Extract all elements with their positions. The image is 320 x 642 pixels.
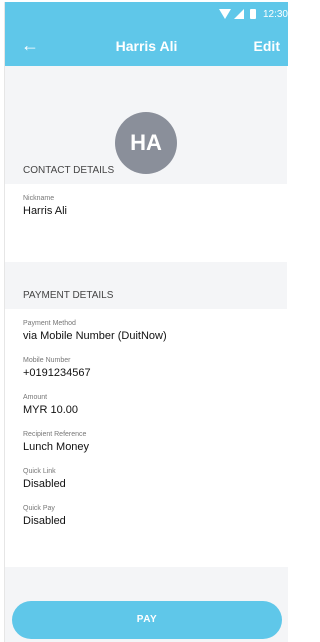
field-recipient-reference: Recipient Reference Lunch Money (23, 430, 89, 454)
field-label: Quick Pay (23, 505, 55, 512)
status-time: 12:30 (262, 8, 288, 20)
field-quick-pay: Quick Pay Disabled (23, 504, 66, 528)
field-label: Amount (23, 394, 48, 401)
field-quick-link: Quick Link Disabled (23, 467, 66, 491)
edit-button[interactable]: Edit (254, 38, 280, 54)
field-value: Harris Ali (23, 205, 68, 217)
app-bar: ← Harris Ali Edit (5, 26, 288, 66)
status-bar: 12:30 (5, 2, 288, 26)
field-payment-method: Payment Method via Mobile Number (DuitNo… (23, 319, 167, 343)
field-amount: Amount MYR 10.00 (23, 393, 78, 417)
field-label: Payment Method (23, 320, 76, 327)
pay-button[interactable]: PAY (12, 601, 282, 639)
avatar-area: HA (5, 66, 288, 174)
field-label: Nickname (23, 195, 55, 202)
field-value: via Mobile Number (DuitNow) (23, 330, 167, 342)
field-value: +0191234567 (23, 367, 91, 379)
battery-icon (249, 9, 256, 19)
field-label: Mobile Number (23, 357, 71, 364)
phone-screen: 12:30 ← Harris Ali Edit HA CONTACT DETAI… (4, 2, 288, 642)
field-value: Lunch Money (23, 441, 90, 453)
field-nickname: Nickname Harris Ali (23, 194, 67, 218)
field-value: Disabled (23, 515, 66, 527)
page-title: Harris Ali (115, 38, 178, 54)
field-label: Recipient Reference (23, 431, 87, 438)
signal-icon (233, 9, 244, 19)
contact-details-panel: Nickname Harris Ali (5, 184, 288, 262)
field-label: Quick Link (23, 468, 56, 475)
payment-details-panel: Payment Method via Mobile Number (DuitNo… (5, 309, 288, 567)
field-value: MYR 10.00 (23, 404, 79, 416)
section-header-contact-details: CONTACT DETAILS (23, 165, 115, 176)
status-icons: 12:30 (218, 7, 288, 21)
field-mobile-number: Mobile Number +0191234567 (23, 356, 91, 380)
wifi-icon (218, 9, 231, 19)
field-value: Disabled (23, 478, 66, 490)
section-header-payment-details: PAYMENT DETAILS (23, 290, 114, 301)
